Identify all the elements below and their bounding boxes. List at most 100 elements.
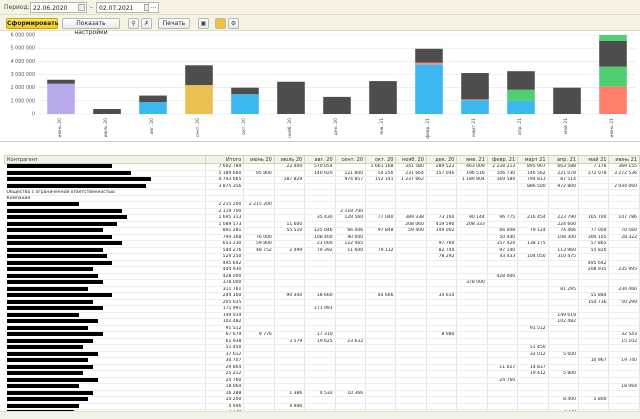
bar-segment[interactable] xyxy=(139,95,167,103)
bar-segment[interactable] xyxy=(323,96,351,114)
horizontal-scrollbar[interactable] xyxy=(0,411,640,419)
bar-segment[interactable] xyxy=(47,79,75,84)
redacted-name xyxy=(6,177,151,181)
bar-segment[interactable] xyxy=(185,85,213,114)
column-header[interactable]: янв. 21 xyxy=(456,155,488,164)
bar-segment[interactable] xyxy=(599,86,627,114)
bar-segment[interactable] xyxy=(369,81,397,114)
redacted-name xyxy=(6,377,98,382)
save-icon[interactable]: ▣ xyxy=(198,18,209,29)
print-button[interactable]: Печать xyxy=(158,18,190,29)
bar-segment[interactable] xyxy=(461,73,489,100)
bar-segment[interactable] xyxy=(231,87,259,95)
redacted-name xyxy=(6,234,113,239)
bar-segment[interactable] xyxy=(93,108,121,114)
column-header[interactable]: июль 20 xyxy=(273,155,306,164)
value-cell: 1 237 662 xyxy=(395,176,427,184)
x-tick-label: окт. 20 xyxy=(241,118,247,135)
x-tick-label: февр. 21 xyxy=(425,118,431,139)
column-header[interactable]: авг. 20 xyxy=(304,155,336,164)
chart-area: 0 1 000 000 2 000 000 3 000 000 4 000 000 5 0… xyxy=(0,32,640,142)
generate-button[interactable]: Сформировать xyxy=(6,18,58,29)
table-row[interactable]: 653 230 59 800 23 000 122 465 97 760 157 424 1… xyxy=(4,240,640,248)
period-select-button[interactable]: ... xyxy=(148,2,159,13)
table-row[interactable]: 7 602 789 22 400 570 054 1 661 168 341 580 28… xyxy=(4,163,640,171)
bar-segment[interactable] xyxy=(507,89,535,101)
value-cell: 1 661 168 xyxy=(365,163,397,171)
show-settings-button[interactable]: Показать настройки xyxy=(62,18,120,36)
redacted-name xyxy=(6,332,103,336)
bar-segment[interactable] xyxy=(507,100,535,114)
redacted-name xyxy=(6,364,93,369)
column-header[interactable]: март 21 xyxy=(517,155,549,164)
table-row[interactable]: 891 281 55 510 125 046 66 406 97 848 59 400 14… xyxy=(4,227,640,235)
bar-segment[interactable] xyxy=(231,94,259,114)
period-bar: Период: 22.06.2020 – 02.07.2021 ... xyxy=(0,0,640,15)
column-header[interactable]: апр. 21 xyxy=(547,155,580,164)
column-header[interactable]: Итого xyxy=(204,155,245,164)
bar-segment[interactable] xyxy=(277,81,305,114)
redacted-name xyxy=(6,247,103,252)
column-header[interactable]: февр. 21 xyxy=(486,155,519,164)
date-to-field[interactable]: 02.07.2021 xyxy=(96,2,153,13)
settings-icon[interactable]: ⚙ xyxy=(228,18,239,29)
value-cell: 3 272 536 xyxy=(608,170,640,177)
bar-segment[interactable] xyxy=(139,102,167,114)
x-tick-label: май 21 xyxy=(562,118,569,134)
period-dash: – xyxy=(90,4,93,11)
x-tick-label: июнь 21 xyxy=(609,118,615,138)
value-cell: 2 215 200 xyxy=(243,201,275,209)
bar-segment[interactable] xyxy=(599,40,627,67)
bar-segment[interactable] xyxy=(415,48,443,63)
redacted-name xyxy=(6,260,113,265)
bar-segment[interactable] xyxy=(185,65,213,86)
bar-segment[interactable] xyxy=(47,83,75,114)
date-from-field[interactable]: 22.06.2020 xyxy=(30,2,87,13)
bar-segment[interactable] xyxy=(415,64,443,114)
folder-icon[interactable] xyxy=(215,18,226,29)
value-cell: 2 119 700 xyxy=(335,208,367,215)
redacted-name xyxy=(6,286,89,291)
redacted-name xyxy=(6,208,122,213)
redacted-name xyxy=(6,312,79,317)
redacted-name xyxy=(6,397,89,401)
bar-segment[interactable] xyxy=(553,87,581,114)
x-tick-label: янв. 21 xyxy=(379,118,385,135)
clear-find-icon[interactable]: ✗ xyxy=(141,18,152,29)
bar-segment[interactable] xyxy=(599,66,627,87)
column-header[interactable]: нояб. 20 xyxy=(395,155,427,164)
x-tick-label: дек. 20 xyxy=(333,118,339,135)
x-tick-label: нояб. 20 xyxy=(287,118,293,138)
column-header[interactable]: окт. 20 xyxy=(365,155,397,164)
column-header[interactable]: Контрагент xyxy=(4,155,206,164)
bar-segment[interactable] xyxy=(415,62,443,65)
redacted-name xyxy=(6,280,103,284)
y-tick-label: 4 000 000 xyxy=(11,59,35,65)
x-tick-label: авг. 20 xyxy=(149,118,155,134)
bar-segment[interactable] xyxy=(507,71,535,90)
column-header[interactable]: сент. 20 xyxy=(334,155,367,164)
redacted-name xyxy=(6,202,79,206)
redacted-name xyxy=(6,273,98,278)
column-header[interactable]: июнь 21 xyxy=(608,155,640,164)
find-icon[interactable]: ⚲ xyxy=(128,18,139,29)
redacted-name xyxy=(6,215,127,219)
column-header[interactable]: июнь 20 xyxy=(243,155,275,164)
column-header[interactable]: май 21 xyxy=(578,155,610,164)
redacted-name xyxy=(6,221,117,226)
redacted-name xyxy=(6,164,113,168)
bar-segment[interactable] xyxy=(461,99,489,101)
date-from-value: 22.06.2020 xyxy=(33,5,68,12)
y-tick-label: 6 000 000 xyxy=(11,33,35,39)
x-tick-label: июнь 20 xyxy=(57,118,63,138)
redacted-name xyxy=(6,384,79,388)
table-row[interactable]: 5 189 660 95 800 140 920 121 800 54 250 231 6… xyxy=(4,170,640,177)
bar-segment[interactable] xyxy=(461,100,489,114)
calendar-icon[interactable] xyxy=(78,4,85,11)
redacted-name xyxy=(6,319,98,323)
redacted-name xyxy=(6,254,108,258)
redacted-name xyxy=(6,306,103,310)
column-header[interactable]: дек. 20 xyxy=(425,155,458,164)
table-row[interactable]: 1 695 313 35 430 129 560 77 040 389 338 73 16… xyxy=(4,214,640,222)
bar-segment[interactable] xyxy=(599,35,627,41)
